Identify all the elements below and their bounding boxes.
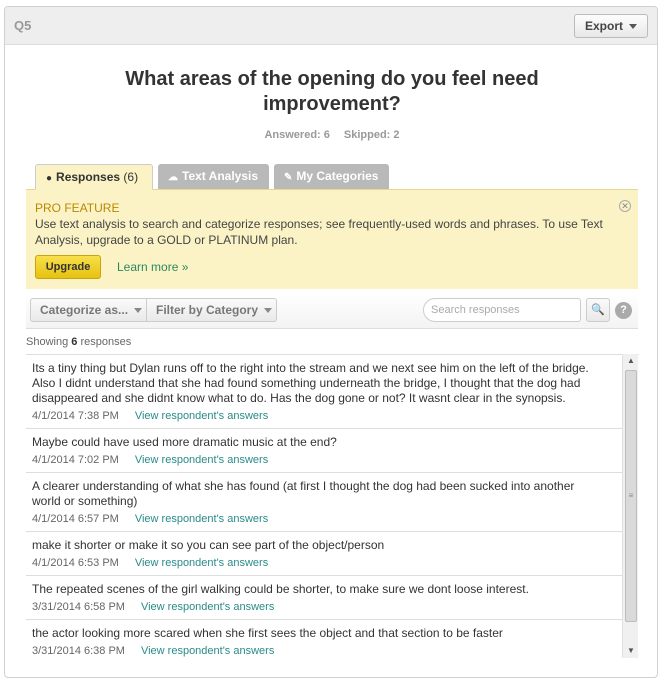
scrollbar-thumb[interactable]: ≡ — [625, 370, 637, 622]
help-icon[interactable]: ? — [615, 302, 632, 319]
scroll-up-icon[interactable]: ▲ — [623, 354, 639, 368]
pro-feature-title: PRO FEATURE — [35, 201, 120, 215]
answered-count: Answered: 6 — [264, 129, 330, 141]
response-text: Maybe could have used more dramatic musi… — [32, 435, 337, 449]
view-respondent-link[interactable]: View respondent's answers — [135, 454, 268, 466]
speech-bubble-icon: ● — [46, 173, 53, 184]
response-date: 4/1/2014 7:02 PM — [32, 454, 119, 466]
list-item: A clearer understanding of what she has … — [26, 473, 623, 532]
question-card: Q5 Export What areas of the opening do y… — [4, 6, 658, 678]
scroll-down-icon[interactable]: ▼ — [623, 644, 639, 658]
scrollbar[interactable]: ▲ ≡ ▼ — [622, 354, 638, 658]
response-date: 3/31/2014 6:38 PM — [32, 645, 125, 657]
view-respondent-link[interactable]: View respondent's answers — [135, 410, 268, 422]
tab-responses[interactable]: ● Responses (6) — [35, 164, 153, 190]
categorize-as-dropdown[interactable]: Categorize as... — [30, 298, 147, 322]
response-stats: Answered: 6 Skipped: 2 — [5, 129, 657, 141]
list-item: Maybe could have used more dramatic musi… — [26, 429, 623, 473]
view-respondent-link[interactable]: View respondent's answers — [141, 601, 274, 613]
list-item: make it shorter or make it so you can se… — [26, 532, 623, 576]
view-respondent-link[interactable]: View respondent's answers — [135, 557, 268, 569]
list-item: The repeated scenes of the girl walking … — [26, 576, 623, 620]
response-date: 4/1/2014 6:53 PM — [32, 557, 119, 569]
tab-my-categories[interactable]: ✎ My Categories — [274, 164, 389, 189]
pro-feature-banner: PRO FEATURE ✕ Use text analysis to searc… — [26, 189, 638, 289]
chevron-down-icon — [264, 308, 273, 314]
tab-text-analysis[interactable]: ☁ Text Analysis — [158, 164, 269, 189]
response-text: the actor looking more scared when she f… — [32, 626, 503, 640]
skipped-count: Skipped: 2 — [343, 129, 400, 141]
response-date: 4/1/2014 7:38 PM — [32, 410, 119, 422]
chevron-down-icon — [629, 24, 637, 30]
view-respondent-link[interactable]: View respondent's answers — [135, 513, 268, 525]
chevron-down-icon — [134, 308, 143, 314]
view-respondent-link[interactable]: View respondent's answers — [141, 645, 274, 657]
response-text: make it shorter or make it so you can se… — [32, 538, 385, 552]
search-icon[interactable]: 🔍 — [586, 298, 610, 322]
learn-more-link[interactable]: Learn more » — [117, 260, 188, 274]
list-item: the actor looking more scared when she f… — [26, 620, 623, 658]
response-date: 3/31/2014 6:58 PM — [32, 601, 125, 613]
cloud-icon: ☁ — [168, 172, 178, 183]
responses-list: Its a tiny thing but Dylan runs off to t… — [26, 354, 639, 658]
export-label: Export — [584, 19, 623, 33]
close-icon[interactable]: ✕ — [619, 200, 631, 212]
showing-count: Showing 6 responses — [26, 336, 132, 348]
tag-icon: ✎ — [284, 172, 293, 183]
card-header: Q5 Export — [5, 7, 657, 45]
upgrade-button[interactable]: Upgrade — [35, 255, 101, 279]
response-date: 4/1/2014 6:57 PM — [32, 513, 119, 525]
response-text: Its a tiny thing but Dylan runs off to t… — [32, 361, 589, 405]
export-button[interactable]: Export — [573, 14, 648, 38]
question-title: What areas of the opening do you feel ne… — [125, 68, 539, 115]
question-number: Q5 — [14, 18, 32, 33]
response-text: A clearer understanding of what she has … — [32, 479, 575, 508]
response-text: The repeated scenes of the girl walking … — [32, 582, 529, 596]
search-input[interactable]: Search responses — [423, 298, 581, 322]
filter-toolbar: Categorize as... Filter by Category Sear… — [26, 293, 638, 329]
list-item: Its a tiny thing but Dylan runs off to t… — [26, 355, 623, 429]
filter-by-category-dropdown[interactable]: Filter by Category — [147, 298, 277, 322]
pro-feature-text: Use text analysis to search and categori… — [35, 217, 603, 247]
